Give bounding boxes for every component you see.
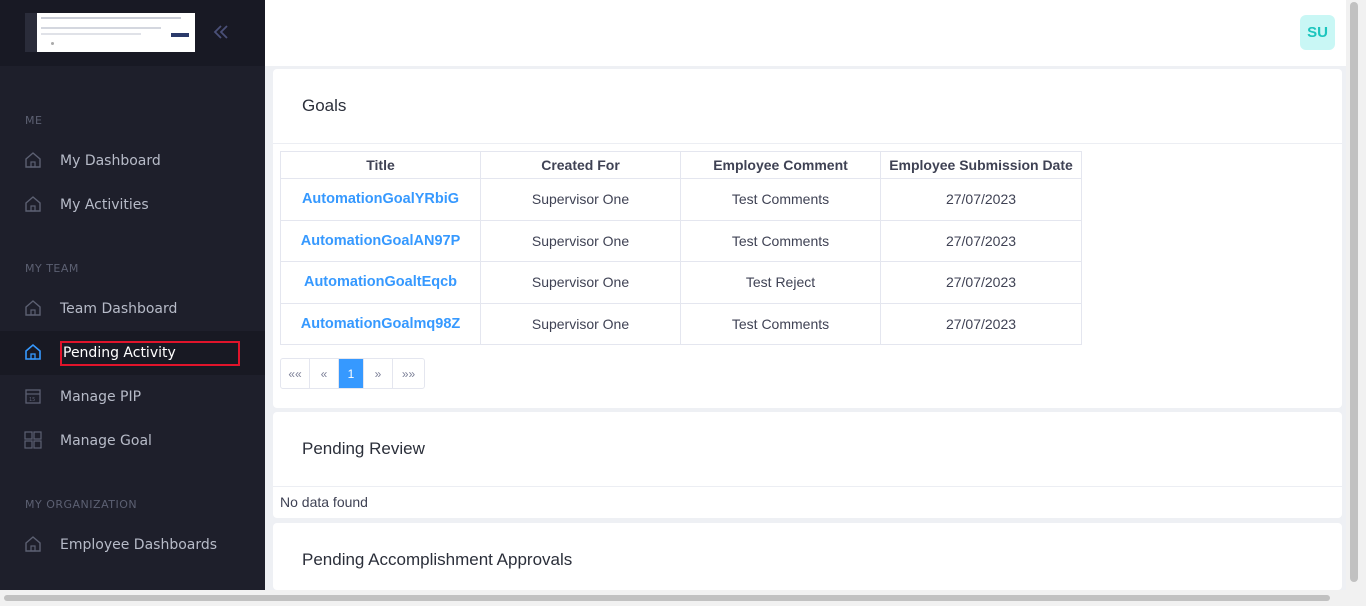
created-for-cell: Supervisor One [480,261,681,304]
section-label-my-organization: MY ORGANIZATION [25,498,138,511]
sidebar-item-label: Manage Goal [60,433,152,449]
first-page-button[interactable]: «« [281,359,310,388]
goal-title-link[interactable]: AutomationGoalYRbiG [280,178,481,221]
avatar[interactable]: SU [1300,15,1335,50]
column-header-employee-comment: Employee Comment [680,151,881,179]
comment-cell: Test Comments [680,178,881,221]
date-cell: 27/07/2023 [880,219,1082,262]
section-label-me: ME [25,114,43,127]
date-cell: 27/07/2023 [880,178,1082,221]
goal-title-link[interactable]: AutomationGoalAN97P [280,219,481,262]
pending-review-card: Pending Review No data found [273,412,1342,518]
created-for-cell: Supervisor One [480,219,681,262]
date-cell: 27/07/2023 [880,261,1082,304]
table-row: AutomationGoalYRbiG Supervisor One Test … [280,178,1082,221]
sidebar-item-label: My Dashboard [60,153,161,169]
sidebar-item-label: Manage PIP [60,389,142,405]
column-header-submission-date: Employee Submission Date [880,151,1082,179]
sidebar-item-my-dashboard[interactable]: My Dashboard [0,139,265,183]
table-row: AutomationGoalAN97P Supervisor One Test … [280,219,1082,262]
sidebar-item-label: Employee Dashboards [60,537,218,553]
date-cell: 27/07/2023 [880,302,1082,345]
column-header-title: Title [280,151,481,179]
home-icon [25,536,41,552]
home-icon [25,196,41,212]
pending-accomplishment-card: Pending Accomplishment Approvals [273,523,1342,590]
highlight-box [60,341,240,366]
goal-title-link[interactable]: AutomationGoalmq98Z [280,302,481,345]
collapse-sidebar-button[interactable] [209,20,233,44]
vertical-scrollbar[interactable] [1346,0,1366,590]
goals-table: Title Created For Employee Comment Emplo… [280,151,1082,345]
sidebar-item-label: My Activities [60,197,149,213]
comment-cell: Test Comments [680,219,881,262]
pagination: «« « 1 » »» [280,358,425,389]
topbar [265,0,1346,66]
last-page-button[interactable]: »» [393,359,424,388]
comment-cell: Test Comments [680,302,881,345]
created-for-cell: Supervisor One [480,302,681,345]
sidebar-item-manage-goal[interactable]: Manage Goal [0,419,265,463]
home-icon [25,152,41,168]
svg-text:15: 15 [29,397,35,403]
sidebar: ME My Dashboard My Activities MY TEAM Te… [0,0,265,590]
created-for-cell: Supervisor One [480,178,681,221]
horizontal-scrollbar[interactable] [0,590,1366,606]
home-icon [25,300,41,316]
grid-icon [24,431,42,449]
table-row: AutomationGoaltEqcb Supervisor One Test … [280,261,1082,304]
sidebar-item-manage-pip[interactable]: 15 Manage PIP [0,375,265,419]
goals-title: Goals [273,69,1342,144]
pending-accomplishment-title: Pending Accomplishment Approvals [273,523,1342,590]
no-data-text: No data found [280,494,368,510]
sidebar-item-my-activities[interactable]: My Activities [0,183,265,227]
prev-page-button[interactable]: « [310,359,339,388]
pending-review-title: Pending Review [273,412,1342,487]
home-icon [25,343,41,360]
sidebar-item-team-dashboard[interactable]: Team Dashboard [0,287,265,331]
column-header-created-for: Created For [480,151,681,179]
section-label-my-team: MY TEAM [25,262,79,275]
page-1-button[interactable]: 1 [339,359,364,388]
sidebar-item-pending-activity[interactable]: Pending Activity [0,331,265,375]
table-header-row: Title Created For Employee Comment Emplo… [280,151,1082,179]
sidebar-item-label: Team Dashboard [60,301,178,317]
comment-cell: Test Reject [680,261,881,304]
sidebar-item-employee-dashboards[interactable]: Employee Dashboards [0,523,265,567]
calendar-icon: 15 [25,389,41,404]
table-row: AutomationGoalmq98Z Supervisor One Test … [280,302,1082,345]
double-chevron-left-icon [213,25,228,39]
sidebar-header [0,0,265,66]
next-page-button[interactable]: » [364,359,393,388]
goal-title-link[interactable]: AutomationGoaltEqcb [280,261,481,304]
goals-card: Goals Title Created For Employee Comment… [273,69,1342,408]
logo-thumbnail[interactable] [25,13,195,52]
